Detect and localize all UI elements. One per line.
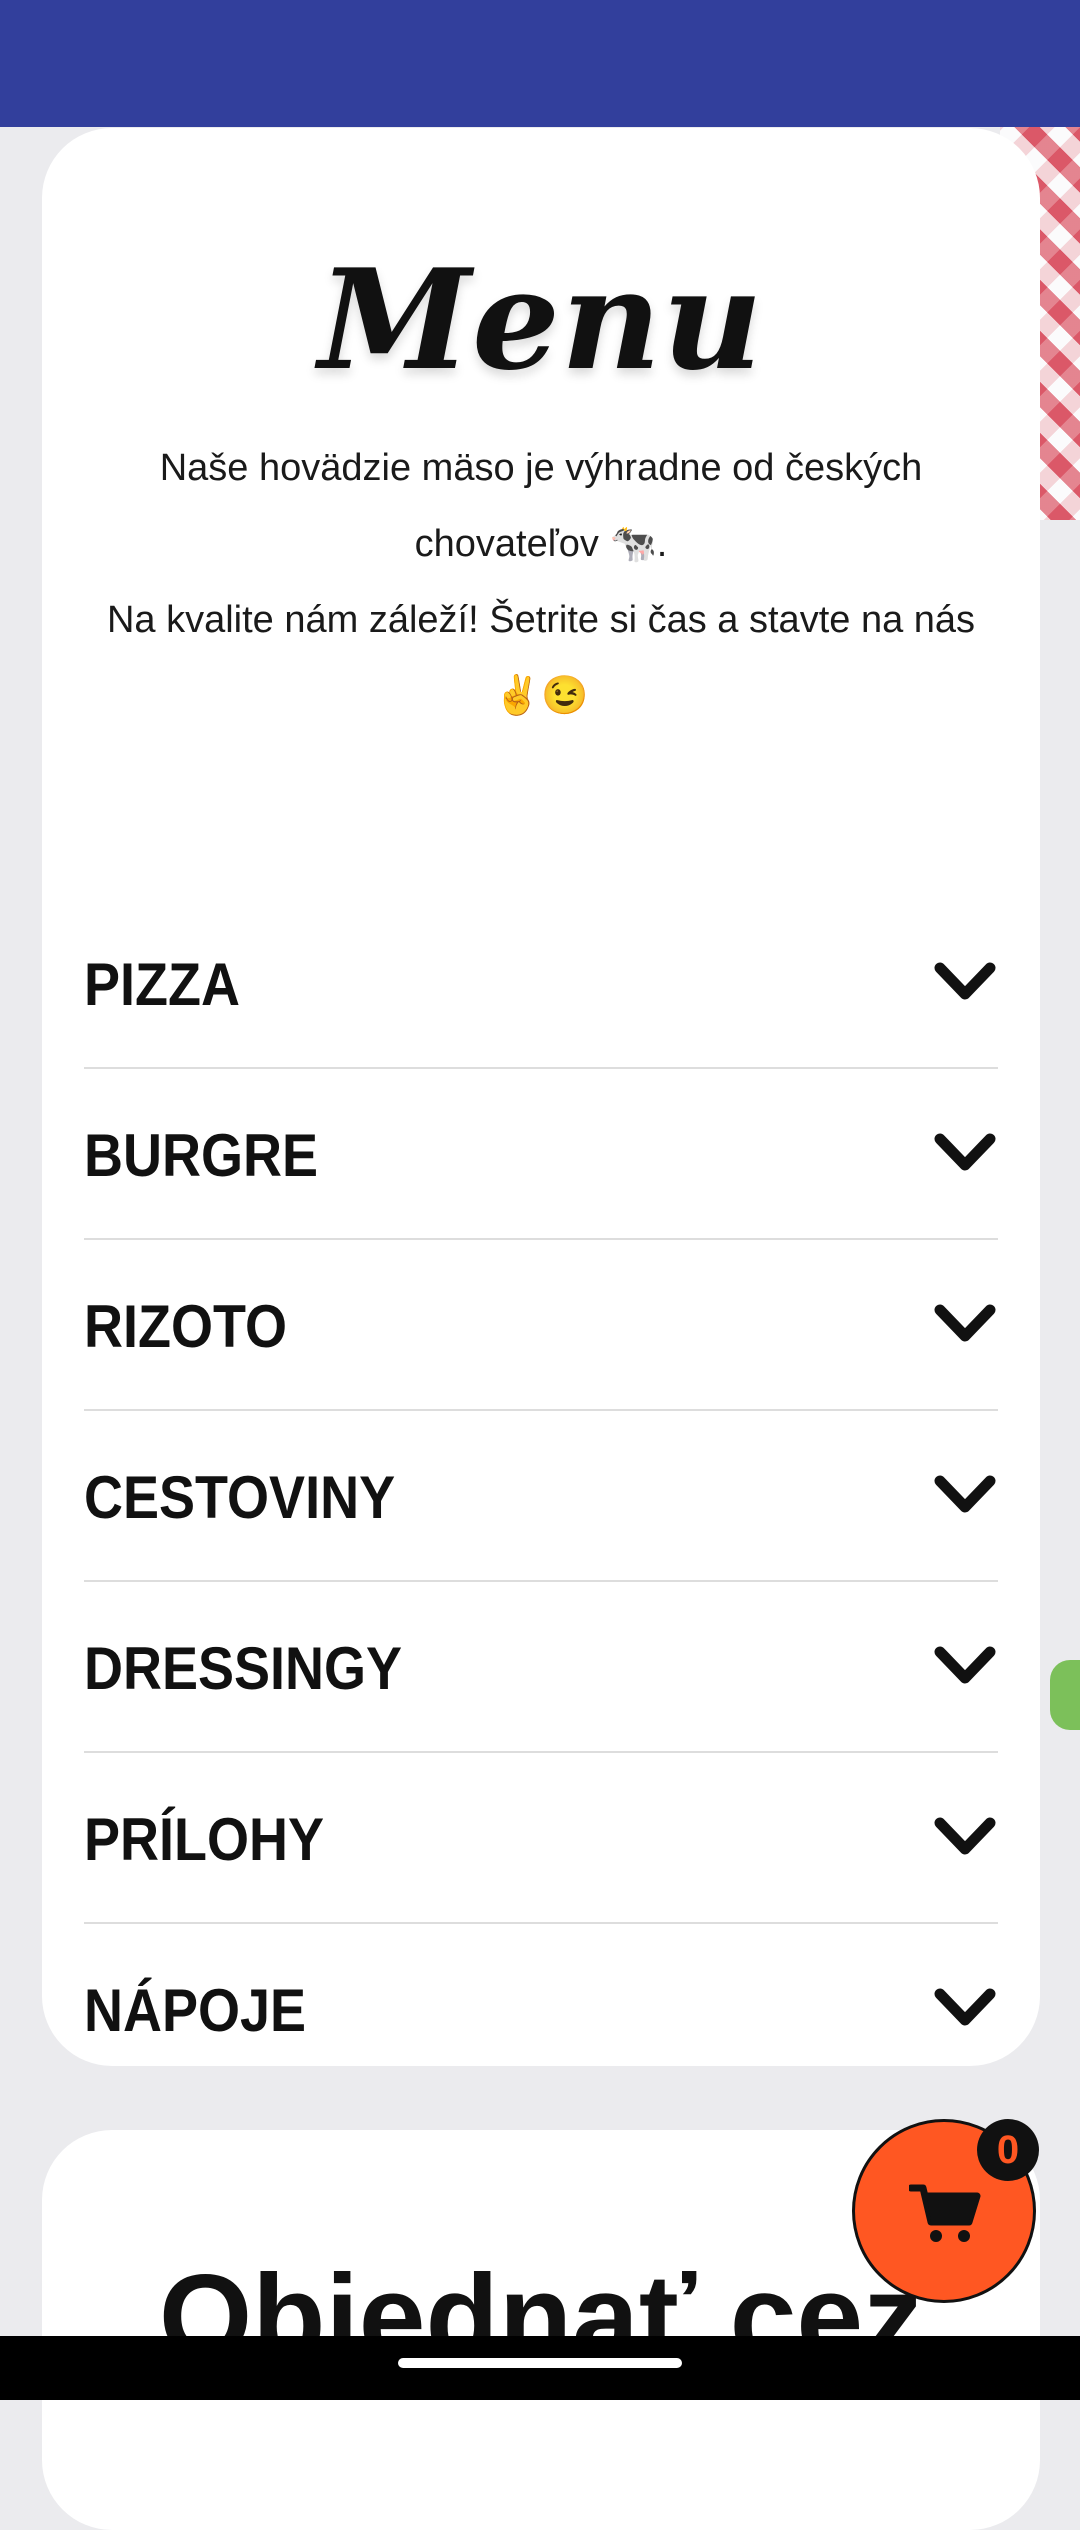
status-bar — [0, 0, 1080, 127]
category-rizoto[interactable]: RIZOTO — [84, 1240, 998, 1411]
category-label: NÁPOJE — [84, 1977, 307, 2044]
category-pizza[interactable]: PIZZA — [84, 898, 998, 1069]
chevron-down-icon — [934, 1133, 996, 1171]
home-indicator[interactable] — [398, 2358, 682, 2368]
chevron-down-icon — [934, 1304, 996, 1342]
chevron-down-icon — [934, 1646, 996, 1684]
category-label: PRÍLOHY — [84, 1806, 325, 1873]
navigation-bar — [0, 2336, 1080, 2400]
intro-line-1: Naše hovädzie mäso je výhradne od českýc… — [159, 447, 923, 565]
menu-intro: Naše hovädzie mäso je výhradne od českýc… — [82, 430, 1000, 734]
category-list: PIZZA BURGRE RIZOTO CESTOVINY DRESSINGY … — [84, 898, 998, 2093]
category-label: DRESSINGY — [84, 1635, 403, 1702]
category-burgre[interactable]: BURGRE — [84, 1069, 998, 1240]
intro-line-2: Na kvalite nám záleží! Šetrite si čas a … — [106, 599, 976, 717]
category-label: CESTOVINY — [84, 1464, 396, 1531]
category-cestoviny[interactable]: CESTOVINY — [84, 1411, 998, 1582]
chevron-down-icon — [934, 1988, 996, 2026]
leaf-decoration — [1050, 1660, 1080, 1730]
category-dressingy[interactable]: DRESSINGY — [84, 1582, 998, 1753]
cart-icon — [909, 2184, 981, 2242]
category-label: BURGRE — [84, 1122, 319, 1189]
page-title: Menu — [318, 238, 764, 401]
menu-card: Menu Naše hovädzie mäso je výhradne od č… — [42, 128, 1040, 2066]
cart-count-badge: 0 — [977, 2119, 1039, 2181]
category-napoje[interactable]: NÁPOJE — [84, 1924, 998, 2093]
chevron-down-icon — [934, 1817, 996, 1855]
chevron-down-icon — [934, 1475, 996, 1513]
category-label: PIZZA — [84, 951, 240, 1018]
category-label: RIZOTO — [84, 1293, 288, 1360]
chevron-down-icon — [934, 962, 996, 1000]
category-prilohy[interactable]: PRÍLOHY — [84, 1753, 998, 1924]
